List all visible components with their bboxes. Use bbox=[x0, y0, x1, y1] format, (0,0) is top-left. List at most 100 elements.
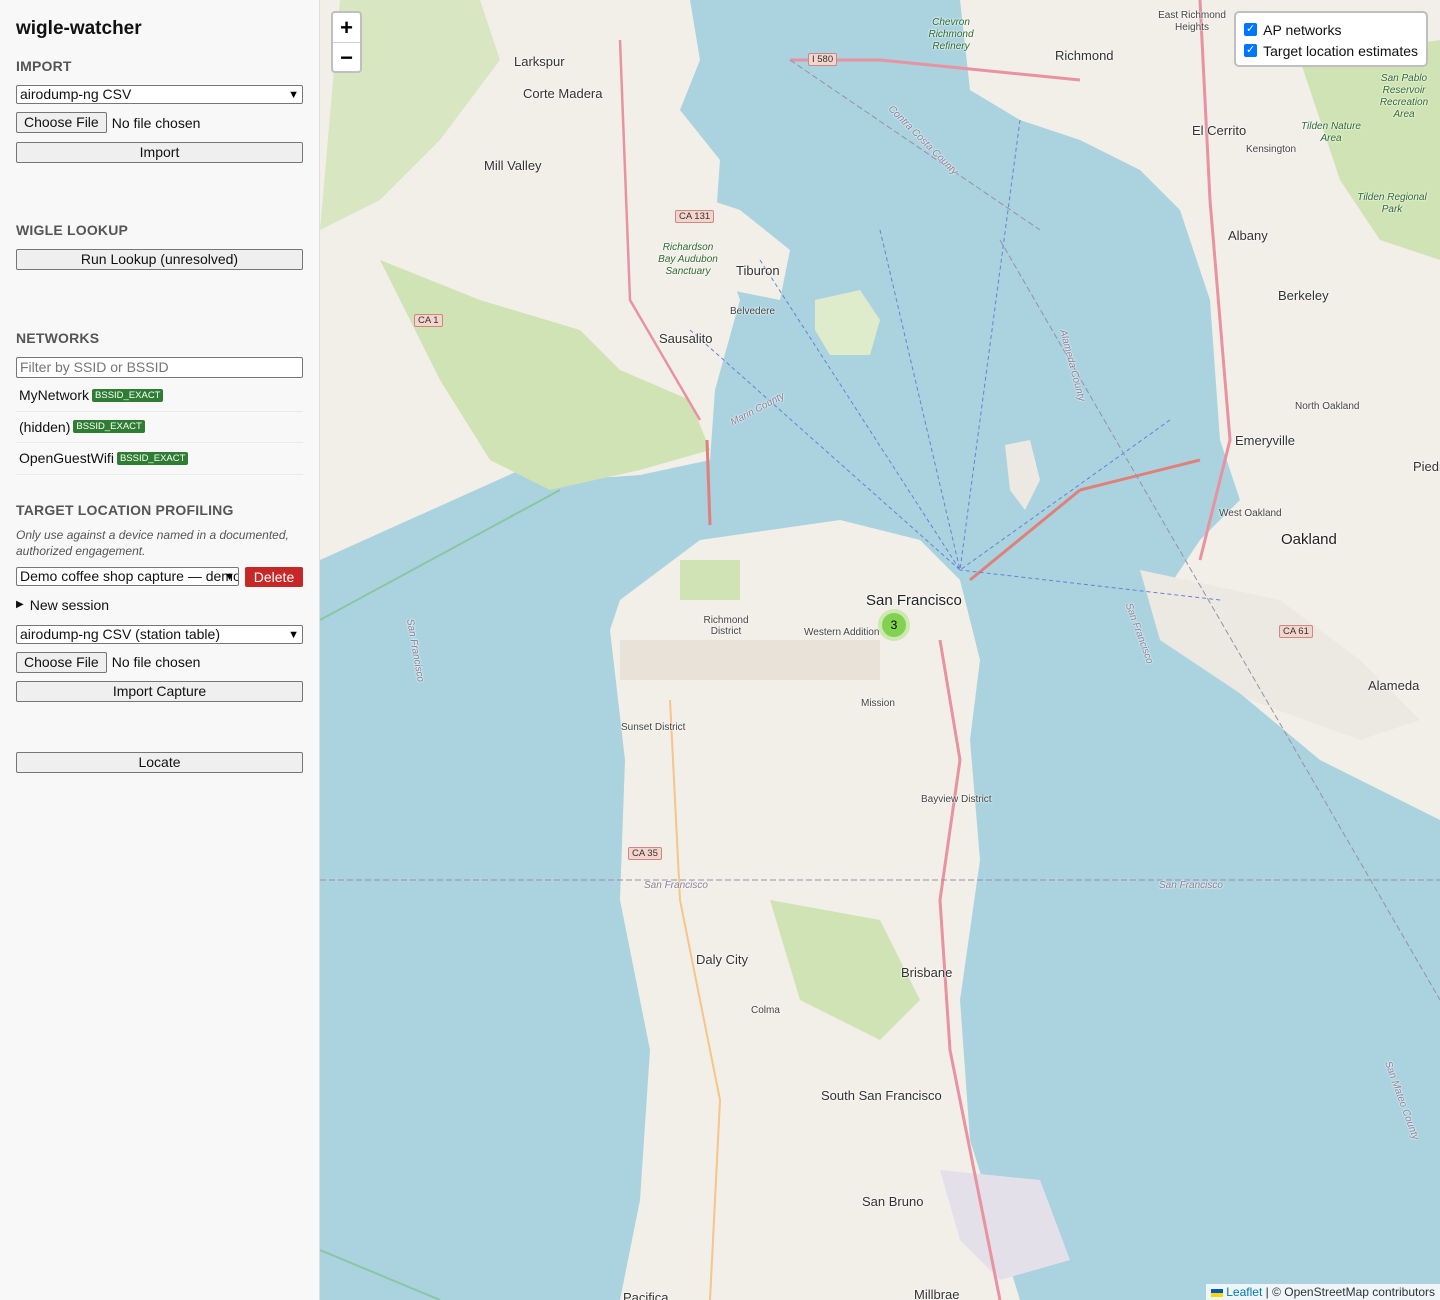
place-label: Millbrae bbox=[914, 1287, 960, 1300]
place-label: Emeryville bbox=[1235, 433, 1295, 448]
place-label: Kensington bbox=[1246, 144, 1297, 155]
import-choose-file-button[interactable]: Choose File bbox=[16, 112, 107, 133]
zoom-control: + − bbox=[331, 11, 362, 73]
highway-shield: CA 61 bbox=[1279, 625, 1313, 638]
place-label: South San Francisco bbox=[821, 1088, 942, 1103]
network-name: (hidden) bbox=[19, 418, 71, 435]
network-name: OpenGuestWifi bbox=[19, 450, 114, 467]
place-label: Colma bbox=[751, 1005, 780, 1016]
place-label: Richmond District bbox=[703, 615, 749, 637]
place-label: Brisbane bbox=[901, 965, 953, 980]
map[interactable]: San Francisco Oakland Berkeley Richmond … bbox=[320, 0, 1440, 1300]
place-label: Bayview District bbox=[921, 794, 992, 805]
app-title: wigle-watcher bbox=[16, 18, 142, 39]
chevron-down-icon: ▼ bbox=[288, 628, 299, 641]
place-label: Larkspur bbox=[514, 54, 565, 69]
list-item[interactable]: MyNetwork BSSID_EXACT bbox=[16, 380, 303, 412]
place-label: Richmond bbox=[1055, 48, 1114, 63]
checkbox-checked-icon[interactable]: ✓ bbox=[1244, 23, 1258, 36]
locate-button[interactable]: Locate bbox=[16, 751, 303, 773]
place-label: Mission bbox=[861, 698, 895, 709]
chevron-down-icon: ▼ bbox=[224, 571, 235, 583]
list-item[interactable]: (hidden) BSSID_EXACT bbox=[16, 412, 303, 443]
new-session-label: New session bbox=[29, 596, 110, 613]
place-label: Tiburon bbox=[736, 263, 780, 278]
place-label: Oakland bbox=[1281, 531, 1337, 548]
place-label: Piedmo bbox=[1413, 459, 1440, 474]
import-format-select[interactable]: airodump-ng CSV ▼ bbox=[16, 85, 303, 104]
sidebar: wigle-watcher IMPORT airodump-ng CSV ▼ C… bbox=[0, 0, 320, 1300]
profiling-heading: TARGET LOCATION PROFILING bbox=[16, 501, 234, 518]
capture-format-value: airodump-ng CSV (station table) bbox=[20, 625, 220, 642]
place-label: Pacifica bbox=[623, 1290, 669, 1300]
leaflet-link[interactable]: Leaflet bbox=[1226, 1285, 1262, 1299]
import-heading: IMPORT bbox=[16, 58, 72, 74]
chevron-down-icon: ▼ bbox=[288, 89, 299, 101]
place-label: Sunset District bbox=[621, 722, 686, 733]
place-label: Albany bbox=[1228, 228, 1268, 243]
capture-file-status: No file chosen bbox=[111, 654, 201, 670]
map-tiles bbox=[320, 0, 1440, 1300]
place-label: Mill Valley bbox=[484, 158, 542, 173]
layer-toggle-ap-networks[interactable]: ✓ AP networks bbox=[1244, 19, 1418, 40]
place-label: Berkeley bbox=[1278, 288, 1329, 303]
place-label: North Oakland bbox=[1295, 401, 1360, 412]
match-badge: BSSID_EXACT bbox=[116, 451, 189, 465]
place-label: San Pablo Reservoir Recreation Area bbox=[1379, 73, 1429, 120]
layer-toggle-target-estimates[interactable]: ✓ Target location estimates bbox=[1244, 40, 1418, 61]
capture-choose-file-button[interactable]: Choose File bbox=[16, 651, 107, 673]
triangle-right-icon: ▶ bbox=[16, 599, 24, 610]
network-cluster-marker[interactable]: 3 bbox=[878, 609, 910, 641]
session-value: Demo coffee shop capture — demo bbox=[20, 568, 239, 584]
ukraine-flag-icon bbox=[1211, 1288, 1224, 1297]
zoom-out-button[interactable]: − bbox=[333, 42, 360, 71]
profiling-disclaimer: Only use against a device named in a doc… bbox=[16, 527, 289, 558]
new-session-toggle[interactable]: ▶ New session bbox=[16, 595, 303, 615]
session-select[interactable]: Demo coffee shop capture — demo ▼ bbox=[16, 567, 239, 586]
wigle-heading: WIGLE LOOKUP bbox=[16, 222, 129, 238]
highway-shield: I 580 bbox=[808, 53, 838, 66]
place-label: San Bruno bbox=[862, 1194, 924, 1209]
cluster-count: 3 bbox=[882, 613, 906, 637]
match-badge: BSSID_EXACT bbox=[73, 420, 145, 434]
place-label: Alameda bbox=[1368, 678, 1420, 693]
place-label: San Francisco bbox=[1159, 880, 1223, 891]
delete-session-button[interactable]: Delete bbox=[245, 566, 303, 587]
highway-shield: CA 35 bbox=[628, 847, 662, 860]
layer-label: Target location estimates bbox=[1263, 42, 1418, 59]
import-format-value: airodump-ng CSV bbox=[20, 86, 132, 102]
checkbox-checked-icon[interactable]: ✓ bbox=[1244, 44, 1258, 57]
osm-attribution: | © OpenStreetMap contributors bbox=[1265, 1285, 1435, 1299]
place-label: Western Addition bbox=[804, 627, 880, 638]
layer-control: ✓ AP networks ✓ Target location estimate… bbox=[1234, 11, 1428, 67]
match-badge: BSSID_EXACT bbox=[92, 388, 164, 402]
list-item[interactable]: OpenGuestWifi BSSID_EXACT bbox=[16, 443, 303, 475]
place-label: Daly City bbox=[696, 952, 749, 967]
network-filter-input[interactable]: Filter by SSID or BSSID bbox=[16, 357, 303, 378]
place-label: Corte Madera bbox=[523, 86, 603, 101]
place-label: El Cerrito bbox=[1192, 123, 1247, 138]
capture-format-select[interactable]: airodump-ng CSV (station table) ▼ bbox=[16, 624, 303, 644]
highway-shield: CA 1 bbox=[414, 314, 443, 327]
place-label: East Richmond Heights bbox=[1158, 10, 1226, 33]
run-lookup-button[interactable]: Run Lookup (unresolved) bbox=[16, 249, 303, 270]
highway-shield: CA 131 bbox=[675, 210, 715, 223]
place-label: West Oakland bbox=[1219, 508, 1282, 519]
import-file-status: No file chosen bbox=[111, 114, 201, 131]
map-attribution: Leaflet | © OpenStreetMap contributors bbox=[1206, 1284, 1440, 1300]
networks-heading: NETWORKS bbox=[16, 330, 100, 346]
network-name: MyNetwork bbox=[19, 387, 90, 404]
place-label: Tilden Nature Area bbox=[1301, 121, 1361, 144]
import-button[interactable]: Import bbox=[16, 142, 303, 163]
network-list: MyNetwork BSSID_EXACT (hidden) BSSID_EXA… bbox=[16, 380, 303, 475]
zoom-in-button[interactable]: + bbox=[333, 13, 360, 42]
layer-label: AP networks bbox=[1263, 21, 1342, 38]
import-capture-button[interactable]: Import Capture bbox=[16, 680, 303, 702]
place-label: Sausalito bbox=[659, 331, 713, 346]
place-label: Belvedere bbox=[730, 306, 776, 317]
place-label: San Francisco bbox=[644, 880, 708, 891]
place-label: Chevron Richmond Refinery bbox=[928, 17, 974, 52]
place-label: Tilden Regional Park bbox=[1357, 192, 1427, 215]
place-label: Richardson Bay Audubon Sanctuary bbox=[658, 242, 718, 277]
place-label: San Francisco bbox=[866, 592, 962, 609]
